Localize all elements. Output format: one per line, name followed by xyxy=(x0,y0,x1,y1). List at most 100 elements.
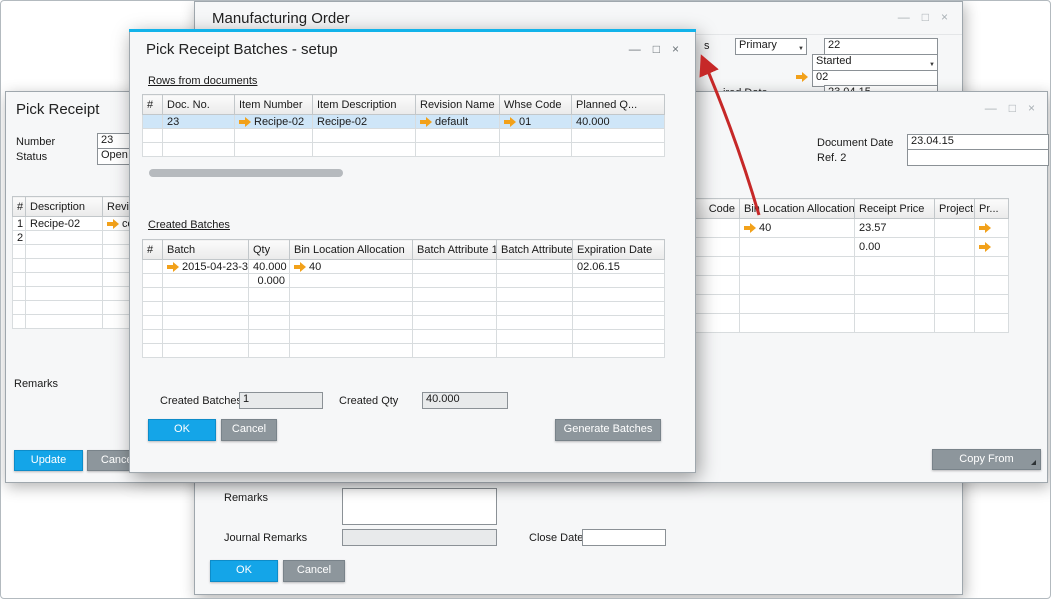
rows-from-documents-link[interactable]: Rows from documents xyxy=(148,75,257,87)
description-cell[interactable]: Recipe-02 xyxy=(26,217,103,231)
column-header[interactable]: Expiration Date xyxy=(573,240,665,260)
column-header[interactable]: # xyxy=(143,240,163,260)
item-description-cell[interactable]: Recipe-02 xyxy=(313,115,416,129)
table-row[interactable] xyxy=(679,314,1009,333)
bin-location-cell[interactable]: 40 xyxy=(290,260,413,274)
row-number-cell[interactable]: 1 xyxy=(13,217,26,231)
column-header[interactable]: Batch xyxy=(163,240,249,260)
expiration-date-cell[interactable]: 02.06.15 xyxy=(573,260,665,274)
column-header[interactable]: Qty xyxy=(249,240,290,260)
maximize-icon[interactable]: □ xyxy=(922,11,929,23)
column-header[interactable]: Whse Code xyxy=(500,95,572,115)
link-arrow-icon[interactable] xyxy=(107,219,119,229)
journal-remarks-field[interactable] xyxy=(342,529,497,546)
ok-button[interactable]: OK xyxy=(210,560,278,582)
column-header[interactable]: Doc. No. xyxy=(163,95,235,115)
link-arrow-icon[interactable] xyxy=(744,223,756,233)
column-header[interactable]: Revision Name xyxy=(416,95,500,115)
header-row: # Doc. No. Item Number Item Description … xyxy=(143,95,665,115)
minimize-icon[interactable]: — xyxy=(629,43,641,55)
qty-cell[interactable]: 0.000 xyxy=(249,274,290,288)
table-row-selected[interactable]: 23 Recipe-02 Recipe-02 default 01 40.000 xyxy=(143,115,665,129)
generate-batches-button[interactable]: Generate Batches xyxy=(555,419,661,441)
batch-cell[interactable]: 2015-04-23-37 xyxy=(163,260,249,274)
copy-from-button[interactable]: Copy From xyxy=(932,449,1041,470)
table-row[interactable]: 2015-04-23-37 40.000 40 02.06.15 xyxy=(143,260,665,274)
doc-no-cell[interactable]: 23 xyxy=(163,115,235,129)
planned-qty-cell[interactable]: 40.000 xyxy=(572,115,665,129)
ref2-field[interactable] xyxy=(907,149,1049,166)
batch-value: 2015-04-23-37 xyxy=(182,261,249,273)
link-arrow-icon[interactable] xyxy=(504,117,516,127)
table-row[interactable] xyxy=(143,330,665,344)
batch-cell[interactable] xyxy=(163,274,249,288)
bin-location-cell[interactable]: 40 xyxy=(740,219,855,238)
ok-button[interactable]: OK xyxy=(148,419,216,441)
column-header[interactable]: Planned Q... xyxy=(572,95,665,115)
table-row[interactable] xyxy=(679,257,1009,276)
maximize-icon[interactable]: □ xyxy=(1009,102,1016,114)
close-icon[interactable]: × xyxy=(1028,102,1035,114)
whse-code-cell[interactable]: 01 xyxy=(500,115,572,129)
table-row[interactable]: 0.000 xyxy=(143,274,665,288)
receipt-price-cell[interactable]: 23.57 xyxy=(855,219,935,238)
column-header[interactable]: Pr... xyxy=(975,199,1009,219)
update-button[interactable]: Update xyxy=(14,450,83,471)
table-row[interactable] xyxy=(143,316,665,330)
table-row[interactable] xyxy=(143,288,665,302)
column-header[interactable]: Item Description xyxy=(313,95,416,115)
description-cell[interactable] xyxy=(26,231,103,245)
cancel-button[interactable]: Cancel xyxy=(221,419,277,441)
table-row[interactable] xyxy=(679,276,1009,295)
maximize-icon[interactable]: □ xyxy=(653,43,660,55)
minimize-icon[interactable]: — xyxy=(985,102,997,114)
close-date-field[interactable] xyxy=(582,529,666,546)
horizontal-scrollbar-thumb[interactable] xyxy=(149,169,343,177)
column-header[interactable]: # xyxy=(143,95,163,115)
project-link-cell[interactable] xyxy=(975,238,1009,257)
link-arrow-icon[interactable] xyxy=(979,242,991,252)
column-header[interactable]: Project xyxy=(935,199,975,219)
status-combo[interactable]: Started ▼ xyxy=(812,54,938,71)
row-selector-cell[interactable] xyxy=(143,115,163,129)
table-row[interactable] xyxy=(143,143,665,157)
qty-cell[interactable]: 40.000 xyxy=(249,260,290,274)
column-header[interactable]: Item Number xyxy=(235,95,313,115)
column-header[interactable]: Receipt Price xyxy=(855,199,935,219)
receipt-price-cell[interactable]: 0.00 xyxy=(855,238,935,257)
table-row[interactable]: 40 23.57 xyxy=(679,219,1009,238)
row-number-cell[interactable]: 2 xyxy=(13,231,26,245)
series-combo[interactable]: Primary ▼ xyxy=(735,38,807,55)
item-number-cell[interactable]: Recipe-02 xyxy=(235,115,313,129)
link-arrow-icon[interactable] xyxy=(294,262,306,272)
revision-name-cell[interactable]: default xyxy=(416,115,500,129)
link-arrow-icon[interactable] xyxy=(420,117,432,127)
link-arrow-icon[interactable] xyxy=(239,117,251,127)
batch-attribute-2-cell[interactable] xyxy=(497,260,573,274)
remarks-input[interactable] xyxy=(342,488,497,525)
column-header[interactable]: Batch Attribute 1 xyxy=(413,240,497,260)
link-arrow-icon[interactable] xyxy=(979,223,991,233)
cancel-button[interactable]: Cancel xyxy=(283,560,345,582)
table-row[interactable] xyxy=(679,295,1009,314)
table-row[interactable] xyxy=(143,129,665,143)
close-icon[interactable]: × xyxy=(672,43,679,55)
table-row[interactable] xyxy=(143,344,665,358)
row-selector-cell[interactable] xyxy=(143,260,163,274)
table-row[interactable] xyxy=(143,302,665,316)
order-number-field[interactable]: 22 xyxy=(824,38,938,55)
column-header[interactable]: # xyxy=(13,197,26,217)
column-header[interactable]: Bin Location Allocation xyxy=(290,240,413,260)
link-arrow-icon[interactable] xyxy=(167,262,179,272)
table-row[interactable]: 0.00 xyxy=(679,238,1009,257)
batch-attribute-1-cell[interactable] xyxy=(413,260,497,274)
created-batches-link[interactable]: Created Batches xyxy=(148,219,230,231)
project-link-cell[interactable] xyxy=(975,219,1009,238)
column-header[interactable]: Bin Location Allocation xyxy=(740,199,855,219)
column-header[interactable]: Description xyxy=(26,197,103,217)
bin-location-value: 40 xyxy=(309,261,321,273)
close-icon[interactable]: × xyxy=(941,11,948,23)
minimize-icon[interactable]: — xyxy=(898,11,910,23)
link-arrow-icon[interactable] xyxy=(796,72,808,82)
column-header[interactable]: Batch Attribute 2 xyxy=(497,240,573,260)
